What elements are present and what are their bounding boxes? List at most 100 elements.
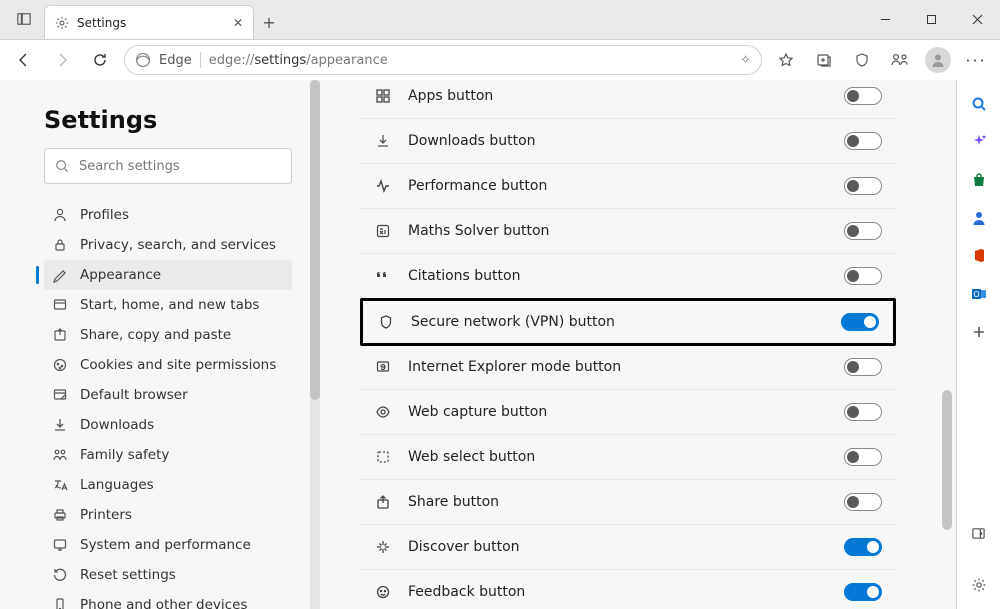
grid-icon (374, 87, 392, 105)
sidebar-item-family[interactable]: Family safety (44, 440, 292, 470)
active-tab[interactable]: Settings ✕ (44, 5, 254, 39)
refresh-button[interactable] (82, 44, 118, 76)
toolbar-buttons-list: Apps buttonDownloads buttonPerformance b… (360, 80, 896, 609)
setting-row-grid: Apps button (360, 80, 896, 119)
reset-icon (52, 567, 68, 583)
setting-label: Web select button (408, 449, 828, 465)
ie-icon (374, 358, 392, 376)
main-scrollbar[interactable] (942, 80, 952, 609)
settings-search-placeholder: Search settings (79, 159, 180, 174)
sidebar-item-share[interactable]: Share, copy and paste (44, 320, 292, 350)
more-button[interactable]: ··· (958, 44, 994, 76)
sidebar-item-reset[interactable]: Reset settings (44, 560, 292, 590)
sidebar-item-home[interactable]: Start, home, and new tabs (44, 290, 292, 320)
titlebar: Settings ✕ + (0, 0, 1000, 40)
close-window-button[interactable] (954, 0, 1000, 39)
rail-person-icon[interactable] (969, 208, 989, 228)
phone-icon (52, 597, 68, 609)
svg-text:O: O (973, 290, 979, 299)
favorites-button[interactable] (768, 44, 804, 76)
download-icon (52, 417, 68, 433)
rail-search-icon[interactable] (969, 94, 989, 114)
security-button[interactable] (844, 44, 880, 76)
feedback-icon (374, 583, 392, 601)
setting-row-select: Web select button (360, 435, 896, 480)
sidebar-item-appearance[interactable]: Appearance (44, 260, 292, 290)
settings-header: Settings (44, 106, 292, 134)
toggle-sparkle[interactable] (844, 538, 882, 556)
rail-plus-star-icon[interactable] (969, 132, 989, 152)
sidebar-item-printer[interactable]: Printers (44, 500, 292, 530)
address-bar[interactable]: Edge edge://settings/appearance ✧ (124, 45, 762, 75)
sidebar-item-browser[interactable]: Default browser (44, 380, 292, 410)
rail-gear-icon[interactable] (969, 575, 989, 595)
setting-label: Feedback button (408, 584, 828, 600)
toggle-shield[interactable] (841, 313, 879, 331)
sidebar-item-download[interactable]: Downloads (44, 410, 292, 440)
toggle-select[interactable] (844, 448, 882, 466)
rail-bag-icon[interactable] (969, 170, 989, 190)
maximize-button[interactable] (908, 0, 954, 39)
toggle-ie[interactable] (844, 358, 882, 376)
sidebar-item-lock[interactable]: Privacy, search, and services (44, 230, 292, 260)
sidebar-scrollbar[interactable] (310, 80, 320, 609)
setting-label: Apps button (408, 88, 828, 104)
rail-panel-icon[interactable] (969, 523, 989, 543)
pulse-icon (374, 177, 392, 195)
edge-logo-icon (135, 52, 151, 68)
toggle-grid[interactable] (844, 87, 882, 105)
toggle-math[interactable] (844, 222, 882, 240)
search-icon (55, 159, 69, 173)
sidebar-item-label: Share, copy and paste (80, 327, 231, 343)
setting-label: Share button (408, 494, 828, 510)
setting-row-sparkle: Discover button (360, 525, 896, 570)
download-icon (374, 132, 392, 150)
edge-label: Edge (159, 53, 192, 68)
toggle-feedback[interactable] (844, 583, 882, 601)
sidebar-item-profile[interactable]: Profiles (44, 200, 292, 230)
sidebar-item-label: Family safety (80, 447, 169, 463)
shield-icon (377, 313, 395, 331)
toolbar: Edge edge://settings/appearance ✧ ··· (0, 40, 1000, 80)
settings-sidebar-wrap: Settings Search settings ProfilesPrivacy… (0, 80, 320, 609)
minimize-button[interactable] (862, 0, 908, 39)
rail-office-icon[interactable] (969, 246, 989, 266)
toggle-pulse[interactable] (844, 177, 882, 195)
printer-icon (52, 507, 68, 523)
sidebar-item-label: Phone and other devices (80, 597, 247, 609)
toggle-capture[interactable] (844, 403, 882, 421)
rail-outlook-icon[interactable]: O (969, 284, 989, 304)
sidebar-item-lang[interactable]: Languages (44, 470, 292, 500)
star-sparkle-icon[interactable]: ✧ (740, 53, 751, 68)
sidebar-item-label: Printers (80, 507, 132, 523)
toggle-share2[interactable] (844, 493, 882, 511)
new-tab-button[interactable]: + (254, 5, 284, 39)
profile-button[interactable] (920, 44, 956, 76)
tab-strip: Settings ✕ + (0, 0, 862, 39)
sidebar-item-system[interactable]: System and performance (44, 530, 292, 560)
rail-add-icon[interactable] (969, 322, 989, 342)
settings-search[interactable]: Search settings (44, 148, 292, 184)
settings-main: Apps buttonDownloads buttonPerformance b… (320, 80, 956, 609)
setting-row-ie: Internet Explorer mode button (360, 345, 896, 390)
setting-row-capture: Web capture button (360, 390, 896, 435)
person-sync-button[interactable] (882, 44, 918, 76)
close-tab-icon[interactable]: ✕ (233, 16, 243, 30)
setting-row-share2: Share button (360, 480, 896, 525)
sidebar-item-cookie[interactable]: Cookies and site permissions (44, 350, 292, 380)
sidebar-item-phone[interactable]: Phone and other devices (44, 590, 292, 609)
toggle-quote[interactable] (844, 267, 882, 285)
setting-row-download: Downloads button (360, 119, 896, 164)
collections-button[interactable] (806, 44, 842, 76)
appearance-icon (52, 267, 68, 283)
setting-label: Web capture button (408, 404, 828, 420)
setting-row-shield: Secure network (VPN) button (360, 298, 896, 346)
back-button[interactable] (6, 44, 42, 76)
tab-actions-icon[interactable] (4, 0, 44, 39)
forward-button (44, 44, 80, 76)
setting-label: Citations button (408, 268, 828, 284)
toggle-download[interactable] (844, 132, 882, 150)
settings-content: Settings Search settings ProfilesPrivacy… (0, 80, 1000, 609)
setting-row-quote: Citations button (360, 254, 896, 299)
setting-label: Maths Solver button (408, 223, 828, 239)
